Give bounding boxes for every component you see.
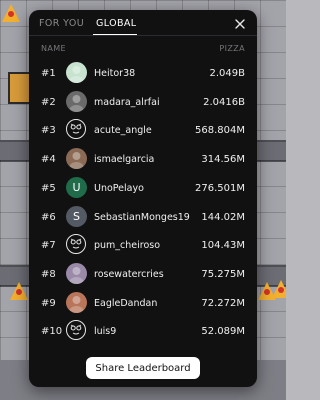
rank-label: #2 xyxy=(41,96,56,108)
tab-for-you[interactable]: FOR YOU xyxy=(39,18,84,29)
pizza-score: 144.02M xyxy=(201,211,245,223)
username: madara_alrfai xyxy=(94,96,160,108)
pizza-score: 75.275M xyxy=(201,268,245,280)
leaderboard-row[interactable]: #9 EagleDandan 72.272M xyxy=(29,289,257,318)
username: ismaelgarcia xyxy=(94,154,155,166)
rank-label: #10 xyxy=(41,326,63,338)
username: UnoPelayo xyxy=(94,182,144,194)
pizza-score: 2.0416B xyxy=(203,96,245,108)
leaderboard-row[interactable]: #1 Heitor38 2.049B xyxy=(29,59,257,88)
avatar-letter: S xyxy=(73,209,80,223)
tab-bar: FOR YOU GLOBAL xyxy=(29,10,257,40)
pizza-score: 568.804M xyxy=(195,125,245,137)
tab-global[interactable]: GLOBAL xyxy=(96,18,137,29)
avatar-letter: U xyxy=(72,180,81,194)
share-leaderboard-button[interactable]: Share Leaderboard xyxy=(86,357,200,379)
leaderboard-row[interactable]: #2 madara_alrfai 2.0416B xyxy=(29,88,257,117)
rank-label: #3 xyxy=(41,125,56,137)
rank-label: #7 xyxy=(41,240,56,252)
leaderboard-row[interactable]: #8 rosewatercries 75.275M xyxy=(29,260,257,289)
tab-divider xyxy=(29,35,257,36)
username: EagleDandan xyxy=(94,297,158,309)
leaderboard-row[interactable]: #10 luis9 52.089M xyxy=(29,317,257,346)
rank-label: #5 xyxy=(41,182,56,194)
username: rosewatercries xyxy=(94,268,164,280)
pizza-score: 52.089M xyxy=(201,326,245,338)
close-icon[interactable] xyxy=(233,17,247,31)
rank-label: #4 xyxy=(41,154,56,166)
pizza-score: 276.501M xyxy=(195,182,245,194)
column-header-pizza: PIZZA xyxy=(219,44,245,53)
pizza-slice-icon xyxy=(10,282,28,300)
pizza-score: 104.43M xyxy=(201,240,245,252)
username: acute_angle xyxy=(94,125,152,137)
pizza-slice-icon xyxy=(2,4,20,22)
username: luis9 xyxy=(94,326,117,338)
photo-avatar xyxy=(66,148,87,170)
pizza-face-avatar xyxy=(66,320,86,341)
leaderboard-row[interactable]: #6 S SebastianMonges19 144.02M xyxy=(29,203,257,232)
letter-avatar: U xyxy=(66,176,87,198)
rank-label: #9 xyxy=(41,297,56,309)
rank-label: #6 xyxy=(41,211,56,223)
pizza-face-avatar xyxy=(66,119,86,140)
photo-avatar xyxy=(66,262,87,284)
letter-avatar: S xyxy=(66,205,87,227)
pizza-face-avatar xyxy=(66,234,86,255)
rank-label: #8 xyxy=(41,268,56,280)
column-header-name: NAME xyxy=(41,44,67,53)
username: Heitor38 xyxy=(94,68,136,79)
leaderboard-row[interactable]: #7 pum_cheiroso 104.43M xyxy=(29,231,257,260)
username: SebastianMonges19 xyxy=(94,211,190,223)
rank-label: #1 xyxy=(41,68,56,79)
photo-avatar xyxy=(66,62,87,83)
pizza-slice-icon xyxy=(272,280,286,298)
photo-avatar xyxy=(66,90,87,112)
pizza-score: 72.272M xyxy=(201,297,245,309)
photo-avatar xyxy=(66,291,87,313)
leaderboard-modal: FOR YOU GLOBAL NAME PIZZA #1 Heitor38 2.04… xyxy=(29,10,257,387)
leaderboard-row[interactable]: #5 U UnoPelayo 276.501M xyxy=(29,174,257,203)
pizza-score: 2.049B xyxy=(209,68,246,79)
pizza-score: 314.56M xyxy=(201,154,245,166)
username: pum_cheiroso xyxy=(94,240,161,252)
leaderboard-row[interactable]: #4 ismaelgarcia 314.56M xyxy=(29,145,257,174)
leaderboard-row[interactable]: #3 acute_angle 568.804M xyxy=(29,116,257,145)
